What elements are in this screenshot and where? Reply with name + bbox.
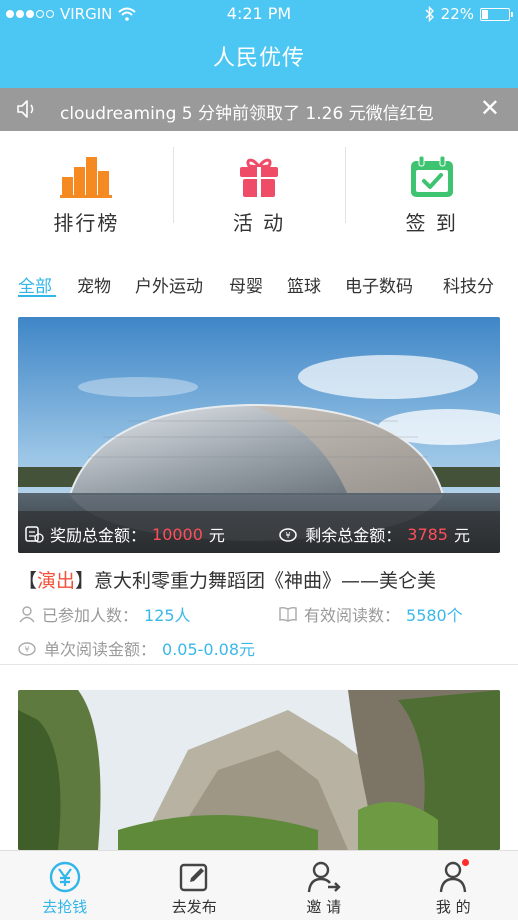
tab-label: 去发布	[171, 898, 217, 916]
remaining-unit: 元	[453, 526, 470, 545]
page-title: 人民优传	[212, 46, 305, 71]
card-tag: 演出	[37, 570, 76, 592]
mountain-canyon-photo	[18, 690, 500, 850]
svg-text:¥: ¥	[286, 531, 291, 540]
shortcut-activity[interactable]: 活 动	[172, 131, 346, 249]
reads-meta: 有效阅读数： 5580个	[278, 602, 463, 626]
card-divider	[0, 664, 518, 665]
per-read-value: 0.05-0.08元	[162, 640, 256, 659]
notice-message: cloudreaming 5 分钟前领取了 1.26 元微信红包	[60, 104, 434, 124]
tab-profile[interactable]: 我 的	[389, 851, 518, 920]
reward-overlay: 奖励总金额： 10000 元 ¥ 剩余总金额： 3785 元	[18, 511, 500, 553]
reward-value: 10000	[152, 524, 203, 544]
tab-outdoor[interactable]: 户外运动	[135, 272, 203, 297]
active-tab-indicator	[18, 295, 56, 297]
book-icon	[279, 606, 297, 622]
card-image[interactable]: 奖励总金额： 10000 元 ¥ 剩余总金额： 3785 元	[18, 317, 500, 553]
shortcut-row: 排行榜 活 动 签 到	[0, 131, 518, 249]
status-bar: VIRGIN 4:21 PM 22%	[0, 0, 518, 28]
shortcut-label: 签 到	[405, 211, 458, 235]
tab-label: 我 的	[435, 898, 471, 916]
tab-all[interactable]: 全部	[18, 272, 52, 297]
gift-icon	[240, 158, 278, 197]
shortcut-label: 排行榜	[53, 211, 120, 235]
close-icon[interactable]: ✕	[480, 96, 500, 120]
shortcut-ranking[interactable]: 排行榜	[0, 131, 173, 249]
battery-percent: 22%	[440, 5, 474, 23]
calendar-check-icon	[410, 155, 453, 197]
edit-icon	[180, 863, 208, 892]
participants-meta: 已参加人数： 125人	[18, 602, 191, 626]
shortcut-label: 活 动	[232, 211, 286, 235]
tab-tech[interactable]: 科技分	[443, 272, 494, 297]
coins-icon	[25, 526, 44, 543]
tab-label: 邀 请	[306, 898, 342, 916]
shortcut-checkin[interactable]: 签 到	[345, 131, 518, 249]
tab-publish[interactable]: 去发布	[130, 851, 260, 920]
reward-label: 奖励总金额：	[50, 526, 147, 545]
svg-text:¥: ¥	[24, 645, 29, 654]
bottom-tab-bar: 去抢钱 去发布 邀 请 我 的	[0, 850, 518, 920]
reads-label: 有效阅读数：	[304, 606, 401, 625]
remaining-label: 剩余总金额：	[305, 526, 402, 545]
remaining-value: 3785	[407, 524, 448, 544]
yuan-coin-icon	[49, 861, 80, 893]
tab-electronics[interactable]: 电子数码	[345, 272, 413, 297]
money-bag-icon: ¥	[279, 528, 297, 542]
participants-value: 125人	[144, 606, 191, 625]
tab-label: 去抢钱	[42, 898, 88, 916]
card-title-text: 意大利零重力舞蹈团《神曲》——美仑美	[94, 570, 437, 592]
tab-pets[interactable]: 宠物	[77, 272, 111, 297]
app-header: VIRGIN 4:21 PM 22% 人民优传	[0, 0, 518, 88]
person-icon	[19, 606, 35, 623]
notice-bar: cloudreaming 5 分钟前领取了 1.26 元微信红包 ✕	[0, 88, 518, 131]
category-tabs: 全部 宠物 户外运动 母婴 篮球 电子数码 科技分	[0, 262, 518, 306]
card-title[interactable]: 【演出】意大利零重力舞蹈团《神曲》——美仑美	[18, 566, 436, 593]
reward-unit: 元	[208, 526, 225, 545]
participants-label: 已参加人数：	[42, 606, 139, 625]
bluetooth-icon	[425, 6, 434, 22]
card-image[interactable]	[18, 690, 500, 850]
invite-user-icon	[307, 861, 341, 893]
per-read-label: 单次阅读金额：	[44, 640, 157, 659]
tab-grab-money[interactable]: 去抢钱	[0, 851, 130, 920]
bar-chart-icon	[60, 157, 113, 198]
notification-dot	[461, 859, 469, 866]
battery-icon	[480, 7, 513, 21]
tab-basketball[interactable]: 篮球	[287, 272, 321, 297]
speaker-icon	[17, 100, 34, 118]
reads-value: 5580个	[406, 606, 463, 625]
tab-baby[interactable]: 母婴	[229, 272, 263, 297]
tab-invite[interactable]: 邀 请	[259, 851, 389, 920]
coin-icon: ¥	[18, 642, 36, 656]
per-read-meta: ¥ 单次阅读金额： 0.05-0.08元	[18, 636, 255, 660]
